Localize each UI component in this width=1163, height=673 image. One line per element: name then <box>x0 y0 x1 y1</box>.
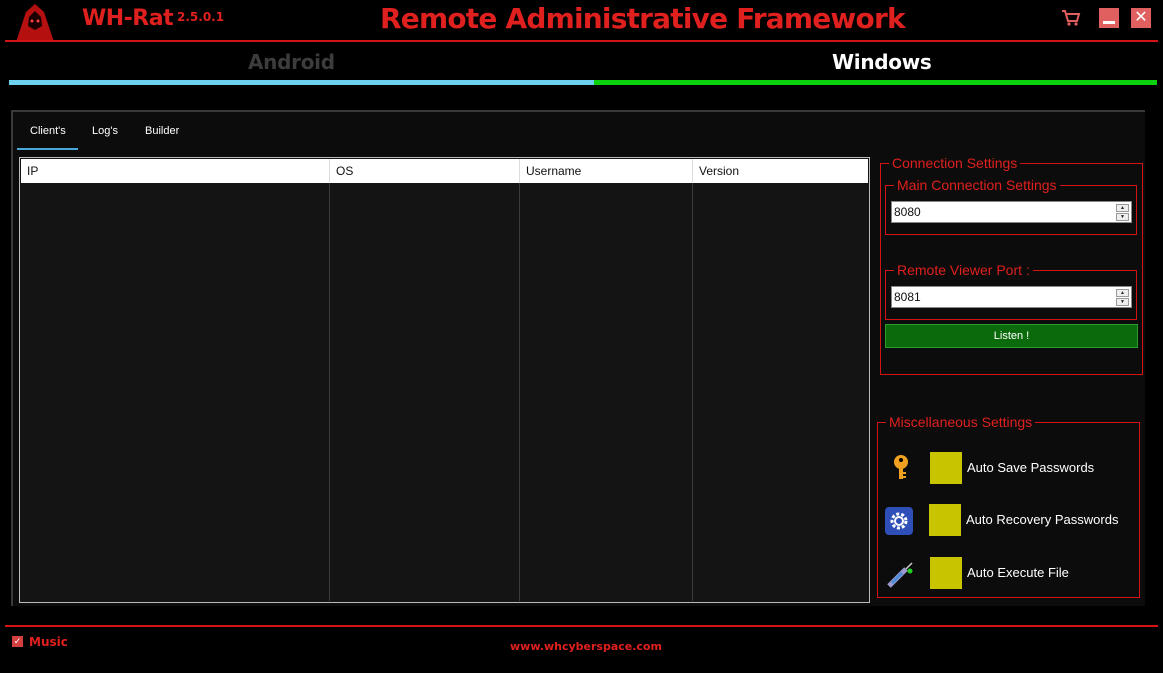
column-divider <box>692 183 693 601</box>
clients-table[interactable]: IP OS Username Version <box>19 157 870 603</box>
hooded-figure-logo-icon <box>16 4 54 42</box>
table-header: IP OS Username Version <box>21 159 868 183</box>
minimize-button[interactable] <box>1099 8 1119 28</box>
viewer-port-spinner[interactable]: ▲ ▼ <box>1116 289 1129 306</box>
android-tab-indicator <box>9 80 594 85</box>
main-port-input[interactable]: 8080 ▲ ▼ <box>891 201 1132 223</box>
auto-execute-file-checkbox[interactable] <box>930 557 962 589</box>
auto-save-passwords-checkbox[interactable] <box>930 452 962 484</box>
miscellaneous-settings-legend: Miscellaneous Settings <box>886 414 1036 430</box>
gear-icon <box>885 507 913 535</box>
footer-divider <box>5 625 1158 627</box>
tab-clients[interactable]: Client's <box>30 125 66 137</box>
column-divider <box>519 183 520 601</box>
main-port-value: 8080 <box>894 205 921 219</box>
syringe-icon <box>887 562 913 588</box>
spin-up-icon[interactable]: ▲ <box>1116 289 1129 297</box>
column-header-os[interactable]: OS <box>330 159 520 183</box>
main-connection-settings-group: Main Connection Settings 8080 ▲ ▼ <box>885 177 1137 235</box>
app-name: WH-Rat <box>82 6 174 31</box>
listen-button[interactable]: Listen ! <box>885 324 1138 348</box>
close-button[interactable]: ✕ <box>1131 8 1151 28</box>
column-header-version[interactable]: Version <box>693 159 868 183</box>
music-checkbox[interactable]: ✓ <box>12 636 23 647</box>
tab-windows[interactable]: Windows <box>832 50 932 74</box>
app-version: 2.5.0.1 <box>177 10 225 24</box>
remote-viewer-port-group: Remote Viewer Port : 8081 ▲ ▼ <box>885 262 1137 320</box>
windows-tab-indicator <box>594 80 1157 85</box>
tab-logs[interactable]: Log's <box>92 125 118 137</box>
column-divider <box>329 183 330 601</box>
spin-down-icon[interactable]: ▼ <box>1116 213 1129 221</box>
auto-save-passwords-label: Auto Save Passwords <box>967 460 1095 475</box>
main-connection-settings-legend: Main Connection Settings <box>894 177 1060 193</box>
cart-icon[interactable] <box>1061 9 1081 27</box>
spin-up-icon[interactable]: ▲ <box>1116 204 1129 212</box>
tab-builder[interactable]: Builder <box>145 125 179 137</box>
active-tab-indicator <box>17 148 78 150</box>
tab-android[interactable]: Android <box>248 50 335 74</box>
main-port-spinner[interactable]: ▲ ▼ <box>1116 204 1129 221</box>
viewer-port-value: 8081 <box>894 290 921 304</box>
connection-settings-legend: Connection Settings <box>889 155 1021 171</box>
auto-recovery-passwords-checkbox[interactable] <box>929 504 961 536</box>
viewer-port-input[interactable]: 8081 ▲ ▼ <box>891 286 1132 308</box>
column-header-username[interactable]: Username <box>520 159 693 183</box>
key-icon <box>894 455 908 479</box>
remote-viewer-port-legend: Remote Viewer Port : <box>894 262 1033 278</box>
music-label: Music <box>29 635 68 649</box>
window-title: Remote Administrative Framework <box>380 2 906 35</box>
column-header-ip[interactable]: IP <box>21 159 330 183</box>
auto-recovery-passwords-label: Auto Recovery Passwords <box>966 512 1119 527</box>
spin-down-icon[interactable]: ▼ <box>1116 298 1129 306</box>
header-divider <box>5 40 1158 42</box>
auto-execute-file-label: Auto Execute File <box>967 565 1069 580</box>
website-link[interactable]: www.whcyberspace.com <box>510 640 662 653</box>
